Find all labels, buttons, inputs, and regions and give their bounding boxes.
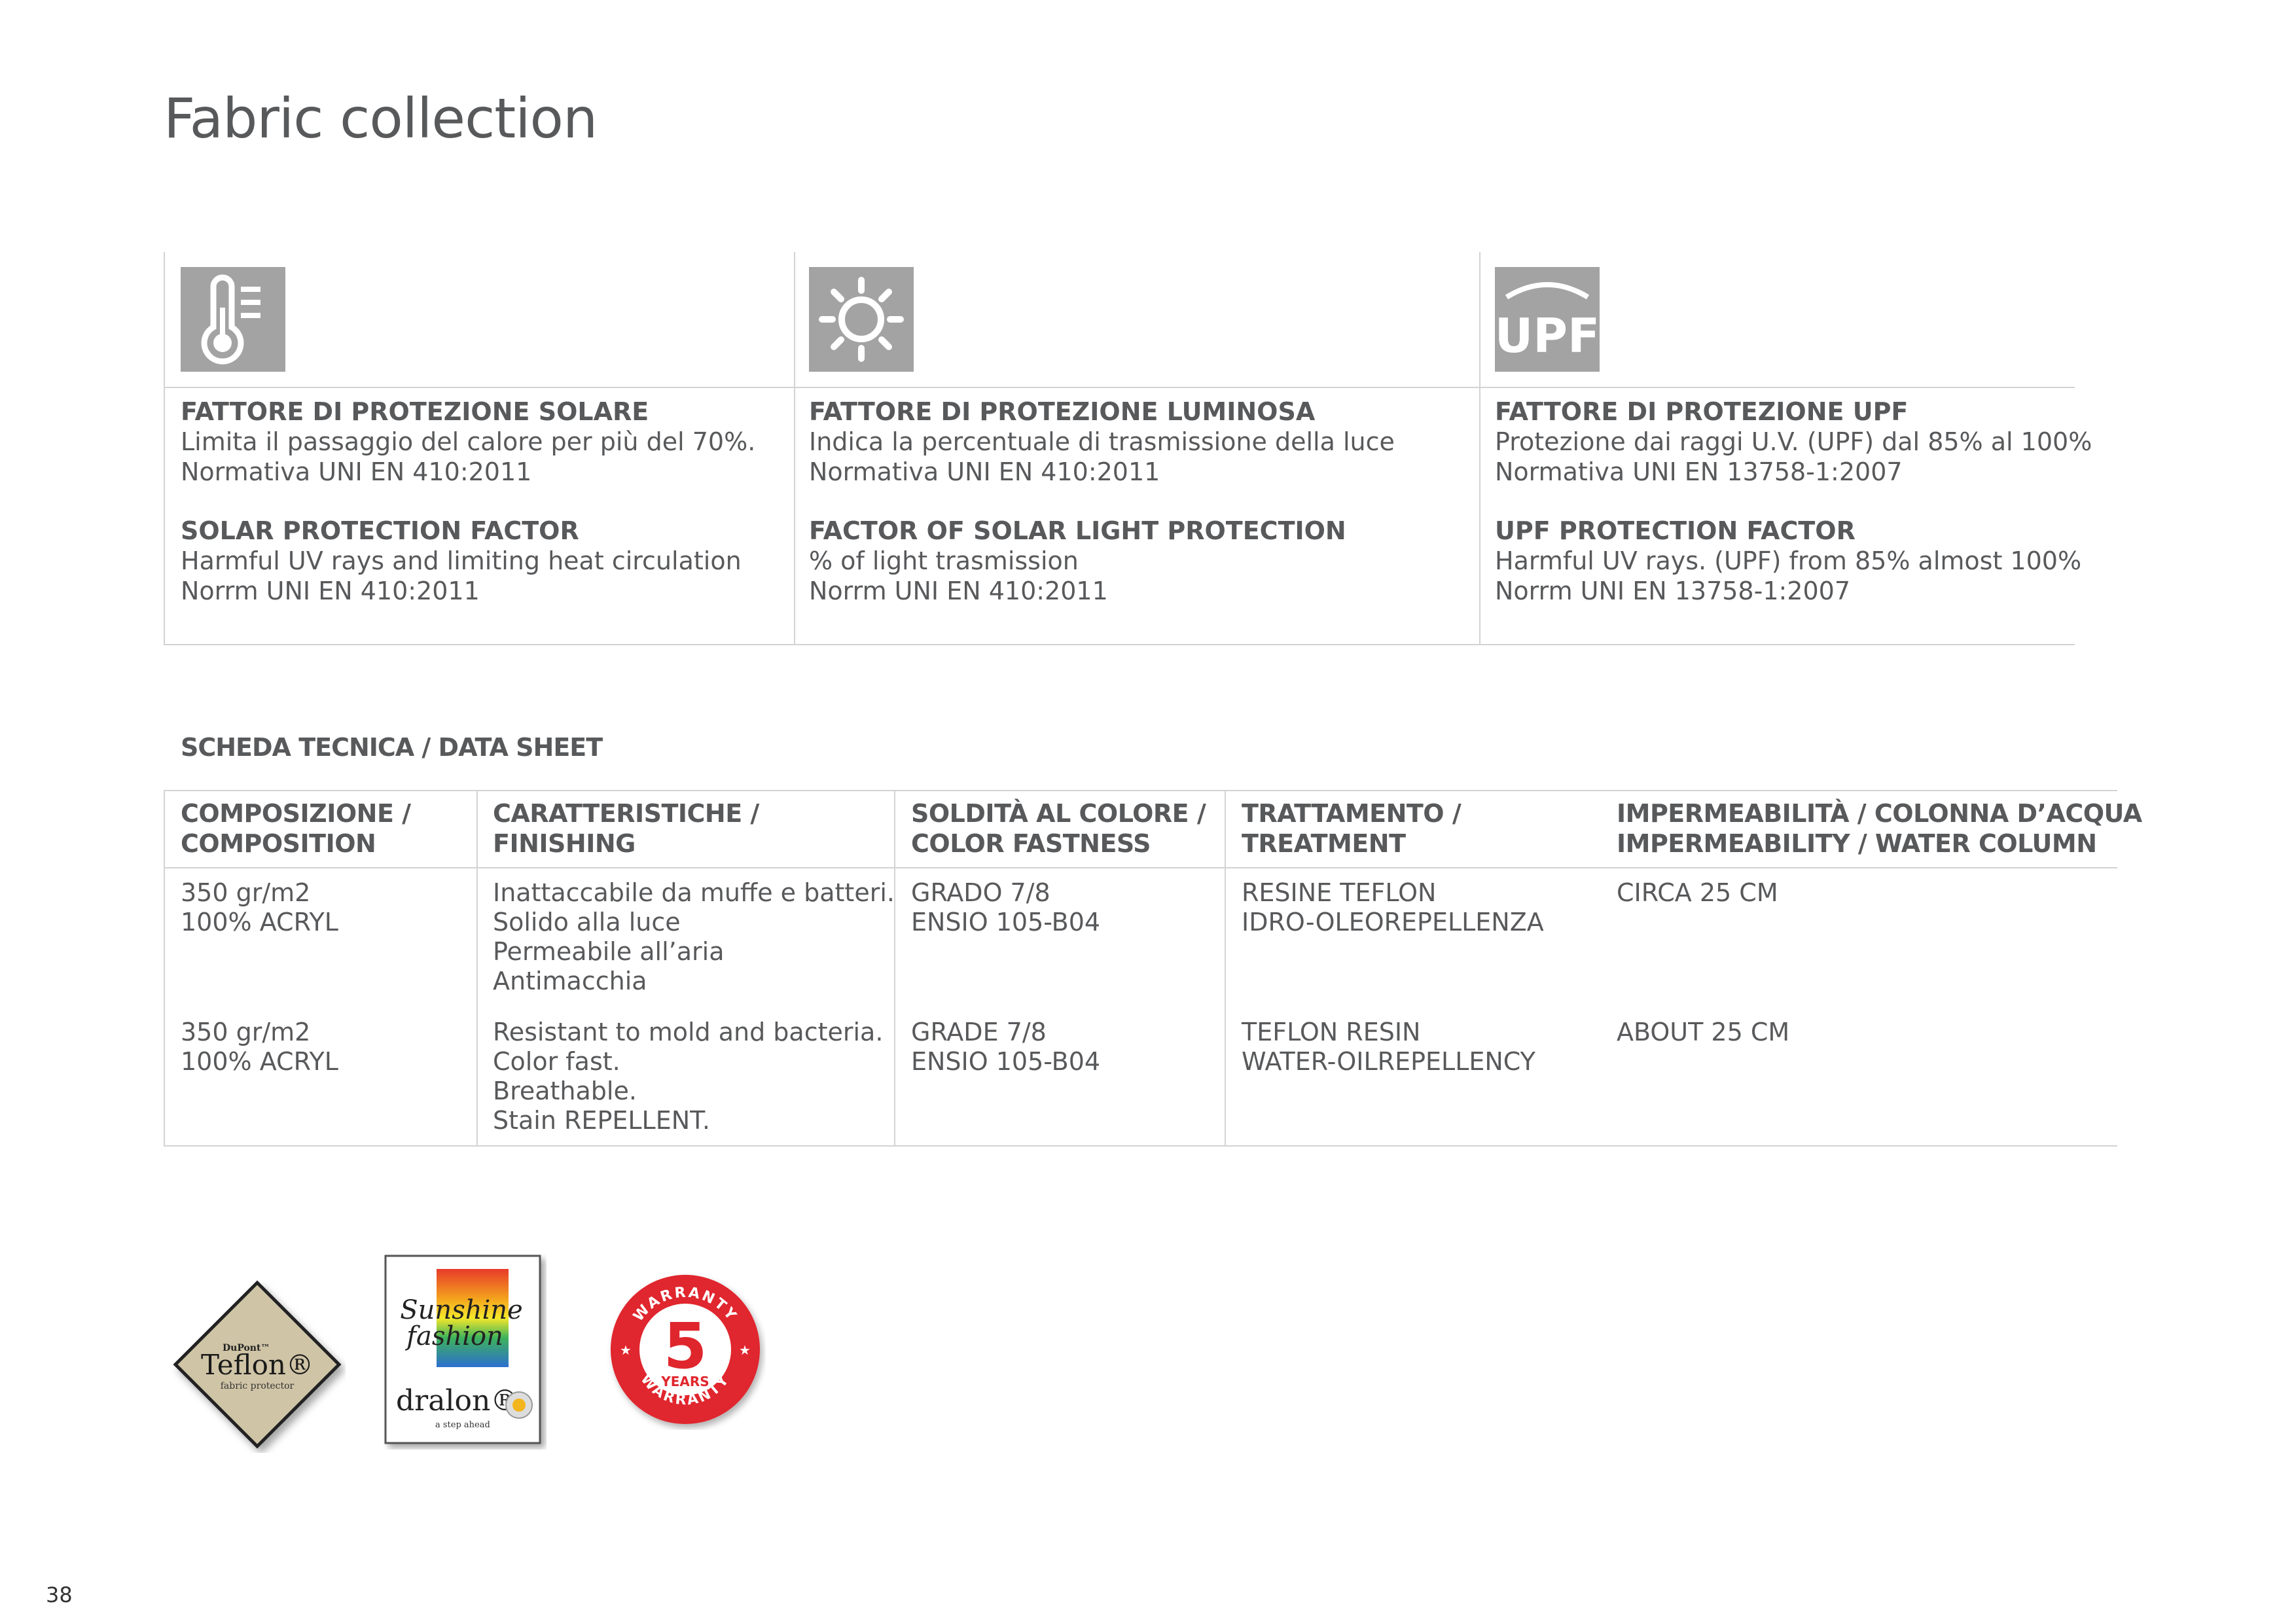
protection-norm-it: Normativa UNI EN 410:2011 (809, 457, 1160, 486)
grid-line (164, 252, 165, 645)
table-header-fastness: SOLDITÀ AL COLORE / COLOR FASTNESS (911, 799, 1206, 858)
table-cell-fastness: GRADO 7/8 ENSIO 105-B04 (911, 878, 1101, 936)
table-cell-composition: 350 gr/m2 100% ACRYL (181, 1018, 338, 1076)
protection-norm-it: Normativa UNI EN 13758-1:2007 (1495, 457, 1903, 486)
table-header-treatment: TRATTAMENTO / TREATMENT (1242, 799, 1462, 858)
page-title: Fabric collection (164, 86, 598, 151)
svg-text:★: ★ (739, 1342, 751, 1358)
protection-block-light: FATTORE DI PROTEZIONE LUMINOSA Indica la… (809, 397, 1395, 606)
protection-norm-en: Norrm UNI EN 13758-1:2007 (1495, 577, 1851, 605)
table-cell-composition: 350 gr/m2 100% ACRYL (181, 878, 338, 936)
protection-desc-en: % of light trasmission (809, 546, 1079, 575)
svg-text:dralon®: dralon® (396, 1384, 519, 1418)
protection-title-it: FATTORE DI PROTEZIONE SOLARE (181, 397, 649, 426)
svg-text:YEARS: YEARS (660, 1374, 709, 1389)
protection-desc-it: Indica la percentuale di trasmissione de… (809, 427, 1395, 456)
svg-text:fabric protector: fabric protector (221, 1381, 295, 1391)
warranty-badge: WARRANTY WARRANTY 5 YEARS ★ ★ (605, 1270, 766, 1430)
svg-text:fashion: fashion (404, 1321, 503, 1351)
protection-title-it: FATTORE DI PROTEZIONE LUMINOSA (809, 397, 1316, 426)
grid-line (164, 387, 2075, 388)
protection-norm-it: Normativa UNI EN 410:2011 (181, 457, 532, 486)
svg-text:★: ★ (620, 1342, 632, 1358)
protection-desc-it: Limita il passaggio del calore per più d… (181, 427, 756, 456)
table-line (164, 790, 165, 1147)
upf-icon: UPF (1495, 267, 1600, 372)
table-header-composition: COMPOSIZIONE / COMPOSITION (181, 799, 411, 858)
protection-block-solar: FATTORE DI PROTEZIONE SOLARE Limita il p… (181, 397, 755, 606)
table-line (164, 1145, 2117, 1147)
svg-text:UPF: UPF (1495, 308, 1600, 363)
grid-line (1479, 252, 1480, 645)
protection-title-en: SOLAR PROTECTION FACTOR (181, 516, 579, 545)
table-header-impermeability: IMPERMEABILITÀ / COLONNA D’ACQUA IMPERME… (1617, 799, 2142, 858)
protection-norm-en: Norrm UNI EN 410:2011 (809, 577, 1108, 605)
table-line (164, 867, 2117, 868)
table-header-finishing: CARATTERISTICHE / FINISHING (493, 799, 759, 858)
sun-icon (809, 267, 914, 372)
protection-block-upf: FATTORE DI PROTEZIONE UPF Protezione dai… (1495, 397, 2092, 606)
table-cell-treatment: TEFLON RESIN WATER-OILREPELLENCY (1242, 1018, 1535, 1076)
table-cell-treatment: RESINE TEFLON IDRO-OLEOREPELLENZA (1242, 878, 1544, 936)
table-line (164, 790, 2117, 791)
protection-desc-en: Harmful UV rays. (UPF) from 85% almost 1… (1495, 546, 2082, 575)
svg-text:a step ahead: a step ahead (435, 1420, 490, 1430)
protection-title-it: FATTORE DI PROTEZIONE UPF (1495, 397, 1909, 426)
dralon-logo: Sunshine fashion dralon® a step ahead (383, 1253, 547, 1450)
grid-line (794, 252, 795, 645)
table-cell-impermeability: CIRCA 25 CM (1617, 878, 1778, 907)
table-line (476, 790, 478, 1147)
protection-desc-en: Harmful UV rays and limiting heat circul… (181, 546, 742, 575)
protection-title-en: UPF PROTECTION FACTOR (1495, 516, 1856, 545)
protection-title-en: FACTOR OF SOLAR LIGHT PROTECTION (809, 516, 1346, 545)
table-cell-finishing: Inattaccabile da muffe e batteri. Solido… (493, 878, 895, 995)
table-cell-finishing: Resistant to mold and bacteria. Color fa… (493, 1018, 884, 1135)
protection-norm-en: Norrm UNI EN 410:2011 (181, 577, 480, 605)
page-number: 38 (46, 1582, 73, 1607)
table-cell-fastness: GRADE 7/8 ENSIO 105-B04 (911, 1018, 1101, 1076)
teflon-logo: DuPont™ Teflon® fabric protector (169, 1276, 346, 1453)
grid-line (164, 644, 2075, 645)
table-cell-impermeability: ABOUT 25 CM (1617, 1018, 1790, 1046)
protection-desc-it: Protezione dai raggi U.V. (UPF) dal 85% … (1495, 427, 2092, 456)
table-line (1225, 790, 1226, 1147)
datasheet-title: SCHEDA TECNICA / DATA SHEET (181, 733, 603, 762)
svg-text:5: 5 (664, 1310, 708, 1383)
svg-text:Teflon®: Teflon® (201, 1349, 314, 1381)
thermometer-icon (181, 267, 285, 372)
